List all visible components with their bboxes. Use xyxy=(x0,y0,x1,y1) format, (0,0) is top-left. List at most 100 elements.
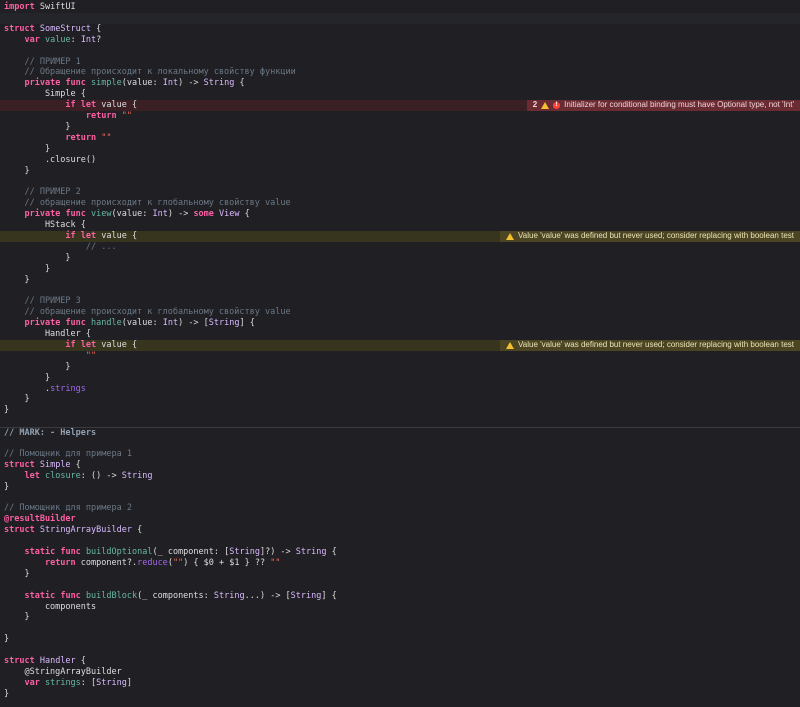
code-line[interactable]: static func buildOptional(_ component: [… xyxy=(0,547,800,558)
code-token: } xyxy=(4,252,71,263)
code-line[interactable]: // MARK: - Helpers xyxy=(0,427,800,438)
code-line[interactable]: } xyxy=(0,689,800,700)
code-line[interactable]: // ПРИМЕР 3 xyxy=(0,296,800,307)
code-line[interactable]: Handler { xyxy=(0,329,800,340)
code-token: } xyxy=(4,143,51,154)
code-line[interactable]: HStack { xyxy=(0,220,800,231)
code-line[interactable]: // обращение происходит к глобальному св… xyxy=(0,198,800,209)
code-line[interactable] xyxy=(0,46,800,57)
code-line[interactable]: // Помощник для примера 2 xyxy=(0,503,800,514)
code-token: String xyxy=(121,470,153,481)
code-token: strings xyxy=(50,383,86,394)
code-line[interactable]: components xyxy=(0,602,800,613)
code-line[interactable]: } xyxy=(0,373,800,384)
code-line[interactable] xyxy=(0,536,800,547)
code-token: simple xyxy=(91,78,122,89)
code-token: value { xyxy=(96,230,138,241)
code-line[interactable]: return "" xyxy=(0,111,800,122)
code-line[interactable]: var strings: [String] xyxy=(0,678,800,689)
code-line[interactable]: struct SomeStruct { xyxy=(0,24,800,35)
code-token: { xyxy=(70,459,81,470)
code-line[interactable]: private func view(value: Int) -> some Vi… xyxy=(0,209,800,220)
code-line[interactable]: return "" xyxy=(0,133,800,144)
code-line[interactable]: .strings xyxy=(0,384,800,395)
code-token: . xyxy=(4,383,51,394)
code-line[interactable]: struct Handler { xyxy=(0,656,800,667)
code-token: closure xyxy=(44,470,81,481)
code-line[interactable]: // Помощник для примера 1 xyxy=(0,449,800,460)
code-token: String xyxy=(290,590,322,601)
code-token: return xyxy=(65,132,97,143)
code-token: (_ component: [ xyxy=(152,547,230,557)
code-token: ) -> xyxy=(167,209,194,220)
code-line[interactable] xyxy=(0,176,800,187)
code-token: value xyxy=(44,34,71,45)
warning-diagnostic[interactable]: Value 'value' was defined but never used… xyxy=(500,230,800,242)
code-token: var xyxy=(24,34,40,45)
warning-diagnostic[interactable]: Value 'value' was defined but never used… xyxy=(500,339,800,351)
code-line[interactable]: } xyxy=(0,166,800,177)
code-line[interactable]: } xyxy=(0,253,800,264)
code-token: var xyxy=(24,677,40,688)
code-token: { xyxy=(131,525,143,536)
code-token: struct xyxy=(4,459,35,470)
code-line[interactable] xyxy=(0,438,800,449)
code-line[interactable]: var value: Int? xyxy=(0,35,800,46)
code-token: String xyxy=(203,78,235,89)
code-line[interactable]: import SwiftUI xyxy=(0,2,800,13)
code-token: } xyxy=(4,405,10,416)
code-token: "" xyxy=(121,111,132,121)
code-line[interactable]: } xyxy=(0,264,800,275)
code-token: String xyxy=(229,547,260,557)
code-line[interactable]: } xyxy=(0,612,800,623)
diagnostic-message: Value 'value' was defined but never used… xyxy=(518,230,794,240)
code-line[interactable]: .closure() xyxy=(0,155,800,166)
code-token: } xyxy=(4,568,30,579)
code-token: ] xyxy=(126,677,132,688)
code-line[interactable]: } xyxy=(0,122,800,133)
code-line[interactable]: private func simple(value: Int) -> Strin… xyxy=(0,78,800,89)
code-token: { xyxy=(239,209,250,220)
code-line[interactable]: // Обращение происходит к локальному сво… xyxy=(0,67,800,78)
code-line[interactable]: static func buildBlock(_ components: Str… xyxy=(0,591,800,602)
code-line[interactable]: } xyxy=(0,144,800,155)
code-editor[interactable]: import SwiftUI struct SomeStruct { var va… xyxy=(0,0,800,707)
code-token: func xyxy=(65,78,86,89)
code-line[interactable] xyxy=(0,416,800,427)
code-line[interactable]: // ... xyxy=(0,242,800,253)
code-token: : xyxy=(70,34,81,45)
code-token: Int xyxy=(80,34,97,45)
code-line[interactable]: @resultBuilder xyxy=(0,514,800,525)
code-line[interactable] xyxy=(0,623,800,634)
code-line[interactable]: private func handle(value: Int) -> [Stri… xyxy=(0,318,800,329)
code-line[interactable]: } xyxy=(0,482,800,493)
code-line[interactable] xyxy=(0,285,800,296)
code-line[interactable]: return component?.reduce("") { $0 + $1 }… xyxy=(0,558,800,569)
code-line[interactable]: struct StringArrayBuilder { xyxy=(0,525,800,536)
code-token: Int xyxy=(162,78,179,89)
code-line[interactable]: let closure: () -> String xyxy=(0,471,800,482)
code-line[interactable]: } xyxy=(0,362,800,373)
code-line[interactable]: // обращение происходит к глобальному св… xyxy=(0,307,800,318)
code-line[interactable]: "" xyxy=(0,351,800,362)
code-line[interactable] xyxy=(0,580,800,591)
code-line[interactable]: // ПРИМЕР 1 xyxy=(0,57,800,68)
code-token: } xyxy=(4,121,71,132)
code-line[interactable] xyxy=(0,12,800,24)
code-line[interactable]: @StringArrayBuilder xyxy=(0,667,800,678)
code-line[interactable]: } xyxy=(0,275,800,286)
code-line[interactable]: Simple { xyxy=(0,89,800,100)
code-line[interactable]: // ПРИМЕР 2 xyxy=(0,187,800,198)
code-line[interactable]: struct Simple { xyxy=(0,460,800,471)
code-token: @StringArrayBuilder xyxy=(4,666,122,677)
code-line[interactable]: } xyxy=(0,394,800,405)
code-line[interactable]: } xyxy=(0,634,800,645)
code-line[interactable]: } xyxy=(0,405,800,416)
code-token: ) -> xyxy=(178,78,204,89)
code-line[interactable]: } xyxy=(0,569,800,580)
code-line[interactable] xyxy=(0,645,800,656)
code-line[interactable] xyxy=(0,493,800,504)
error-diagnostic[interactable]: 2! Initializer for conditional binding mu… xyxy=(526,100,800,111)
code-token: SwiftUI xyxy=(34,2,76,12)
